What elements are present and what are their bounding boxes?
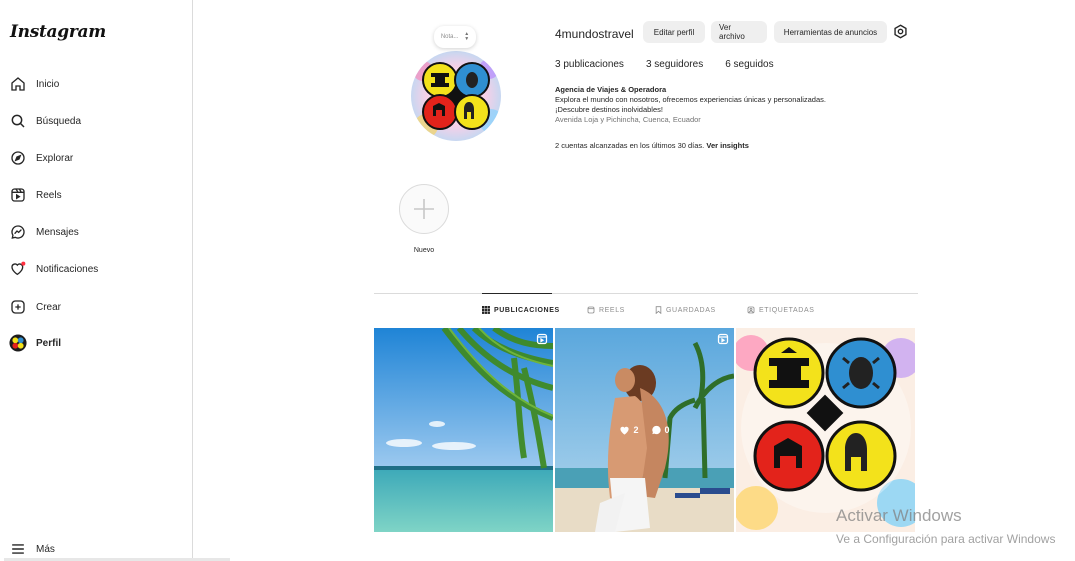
sidebar-item-label: Inicio (36, 78, 60, 90)
sidebar-item-notificaciones[interactable]: Notificaciones (8, 256, 184, 282)
sidebar-item-inicio[interactable]: Inicio (8, 71, 184, 97)
reels-icon (8, 185, 28, 205)
note-placeholder: Nota... (440, 34, 459, 40)
edit-profile-button[interactable]: Editar perfil (643, 21, 705, 43)
avatar-icon (8, 333, 28, 353)
plus-icon (414, 199, 434, 219)
tab-etiquetadas[interactable]: ETIQUETADAS (747, 306, 814, 314)
profile-avatar[interactable] (411, 51, 501, 141)
sidebar: Instagram Inicio Búsqueda Explorar Reels… (0, 0, 230, 561)
chevron-down-icon: ▼ (464, 36, 470, 42)
tab-label: GUARDADAS (666, 306, 716, 314)
tabs-divider (374, 293, 918, 294)
insights-text: 2 cuentas alcanzadas en los últimos 30 d… (555, 141, 705, 150)
instagram-logo[interactable]: Instagram (10, 22, 106, 42)
menu-icon (8, 539, 28, 559)
settings-gear-icon[interactable] (891, 22, 909, 40)
plus-square-icon (8, 297, 28, 317)
sidebar-item-crear[interactable]: Crear (8, 294, 184, 320)
sidebar-item-label: Búsqueda (36, 115, 82, 127)
sidebar-item-label: Notificaciones (36, 263, 99, 275)
new-highlight-button[interactable] (399, 184, 449, 234)
heart-icon (620, 426, 630, 435)
insights-summary: 2 cuentas alcanzadas en los últimos 30 d… (555, 141, 749, 150)
followers-count[interactable]: 3 seguidores (646, 59, 703, 70)
sidebar-item-label: Crear (36, 301, 62, 313)
profile-bio: Agencia de Viajes & Operadora Explora el… (555, 85, 826, 125)
post-tile[interactable] (736, 328, 915, 532)
post-hover-stats: 2 0 (555, 328, 734, 532)
profile-stats: 3 publicaciones 3 seguidores 6 seguidos (555, 59, 796, 70)
reel-badge-icon (536, 333, 548, 345)
windows-activation-title: Activar Windows (836, 506, 962, 525)
sidebar-item-label: Explorar (36, 152, 74, 164)
view-insights-link[interactable]: Ver insights (706, 141, 749, 150)
sidebar-item-reels[interactable]: Reels (8, 182, 184, 208)
sidebar-item-label: Más (36, 543, 55, 555)
sidebar-item-perfil[interactable]: Perfil (8, 330, 184, 356)
tab-guardadas[interactable]: GUARDADAS (655, 306, 716, 314)
profile-username: 4mundostravel (555, 27, 634, 41)
comment-icon (651, 425, 661, 435)
tab-label: PUBLICACIONES (494, 306, 560, 314)
posts-count: 3 publicaciones (555, 59, 624, 70)
sidebar-item-busqueda[interactable]: Búsqueda (8, 108, 184, 134)
active-tab-indicator (482, 293, 552, 294)
likes-count: 2 (633, 425, 639, 435)
messenger-icon (8, 222, 28, 242)
bookmark-icon (655, 306, 662, 314)
tab-reels[interactable]: REELS (587, 306, 625, 314)
comments-stat: 0 (651, 425, 670, 435)
bio-line: ¡Descubre destinos inolvidables! (555, 105, 663, 114)
post-tile[interactable]: 2 0 (555, 328, 734, 532)
reels-icon (587, 306, 595, 314)
bio-line: Explora el mundo con nosotros, ofrecemos… (555, 95, 826, 104)
likes-stat: 2 (619, 425, 639, 435)
tagged-icon (747, 306, 755, 314)
post-tile[interactable] (374, 328, 553, 532)
grid-icon (482, 306, 490, 314)
sidebar-item-label: Perfil (36, 337, 62, 349)
bio-address: Avenida Loja y Pichincha, Cuenca, Ecuado… (555, 115, 701, 124)
bio-name: Agencia de Viajes & Operadora (555, 85, 667, 94)
new-highlight-label: Nuevo (413, 247, 435, 254)
comments-count: 0 (664, 425, 670, 435)
sidebar-item-mensajes[interactable]: Mensajes (8, 219, 184, 245)
tab-publicaciones[interactable]: PUBLICACIONES (482, 306, 560, 314)
heart-icon (8, 259, 28, 279)
tab-label: REELS (599, 306, 625, 314)
search-icon (8, 111, 28, 131)
sidebar-item-label: Reels (36, 189, 62, 201)
post-image-emblems-logo (736, 328, 915, 532)
view-archive-button[interactable]: Ver archivo (711, 21, 767, 43)
compass-icon (8, 148, 28, 168)
note-bubble[interactable]: Nota... ▲ ▼ (434, 26, 476, 48)
note-stepper[interactable]: ▲ ▼ (464, 32, 469, 42)
windows-activation-subtitle: Ve a Configuración para activar Windows (836, 532, 1056, 546)
sidebar-item-label: Mensajes (36, 226, 79, 238)
ad-tools-button[interactable]: Herramientas de anuncios (774, 21, 887, 43)
post-image-beach-palm (374, 328, 553, 532)
tab-label: ETIQUETADAS (759, 306, 815, 314)
following-count[interactable]: 6 seguidos (725, 59, 773, 70)
home-icon (8, 74, 28, 94)
sidebar-item-explorar[interactable]: Explorar (8, 145, 184, 171)
